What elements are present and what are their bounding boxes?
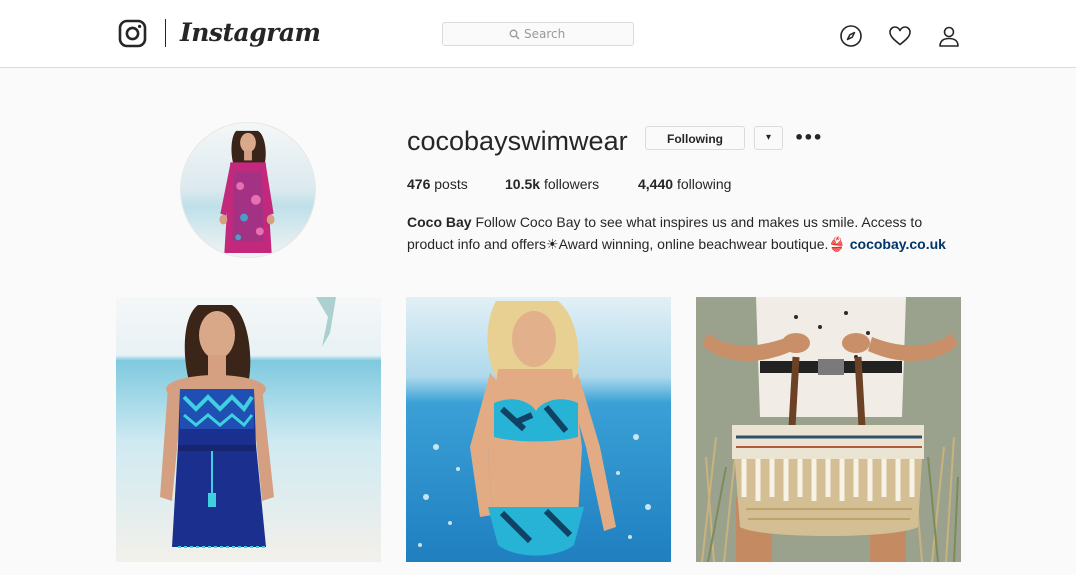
heart-icon[interactable]: [888, 24, 912, 48]
chevron-down-icon: ▾: [765, 132, 772, 143]
compass-icon[interactable]: [839, 24, 863, 48]
posts-stat: 476 posts: [407, 174, 468, 194]
suggestions-dropdown-button[interactable]: ▾: [754, 126, 783, 150]
profile-icon[interactable]: [937, 24, 961, 48]
bio-full-name: Coco Bay: [407, 214, 472, 230]
search-placeholder: Search: [524, 27, 566, 41]
followers-stat[interactable]: 10.5k followers: [505, 174, 599, 194]
bio-line-2: product info and offers☀Award winning, o…: [407, 233, 1007, 255]
search-input[interactable]: Search: [442, 22, 634, 46]
bio-website-link[interactable]: cocobay.co.uk: [850, 236, 946, 252]
profile-avatar[interactable]: [180, 122, 316, 258]
post-thumbnail[interactable]: [116, 297, 381, 562]
following-stat[interactable]: 4,440 following: [638, 174, 731, 194]
posts-label: posts: [434, 176, 468, 192]
more-options-icon[interactable]: •••: [794, 126, 823, 150]
bio-line-1: Coco Bay Follow Coco Bay to see what ins…: [407, 211, 1007, 233]
top-nav: Instagram Search: [0, 0, 1076, 68]
profile-username: cocobayswimwear: [407, 126, 628, 156]
posts-count: 476: [407, 176, 431, 192]
bio-text-1: Follow Coco Bay to see what inspires us …: [475, 214, 923, 230]
following-count: 4,440: [638, 176, 674, 192]
post-thumbnail[interactable]: [696, 297, 961, 562]
post-thumbnail[interactable]: [406, 297, 671, 562]
followers-label: followers: [543, 176, 600, 192]
following-button[interactable]: Following: [645, 126, 745, 150]
search-icon: [509, 29, 520, 40]
followers-count: 10.5k: [505, 176, 541, 192]
instagram-wordmark[interactable]: Instagram: [180, 17, 321, 49]
following-label: following: [676, 176, 732, 192]
profile-bio: Coco Bay Follow Coco Bay to see what ins…: [407, 211, 1007, 255]
bio-text-2: product info and offers☀Award winning, o…: [407, 236, 846, 252]
instagram-logo-icon[interactable]: [118, 19, 147, 48]
logo-divider: [165, 19, 166, 47]
